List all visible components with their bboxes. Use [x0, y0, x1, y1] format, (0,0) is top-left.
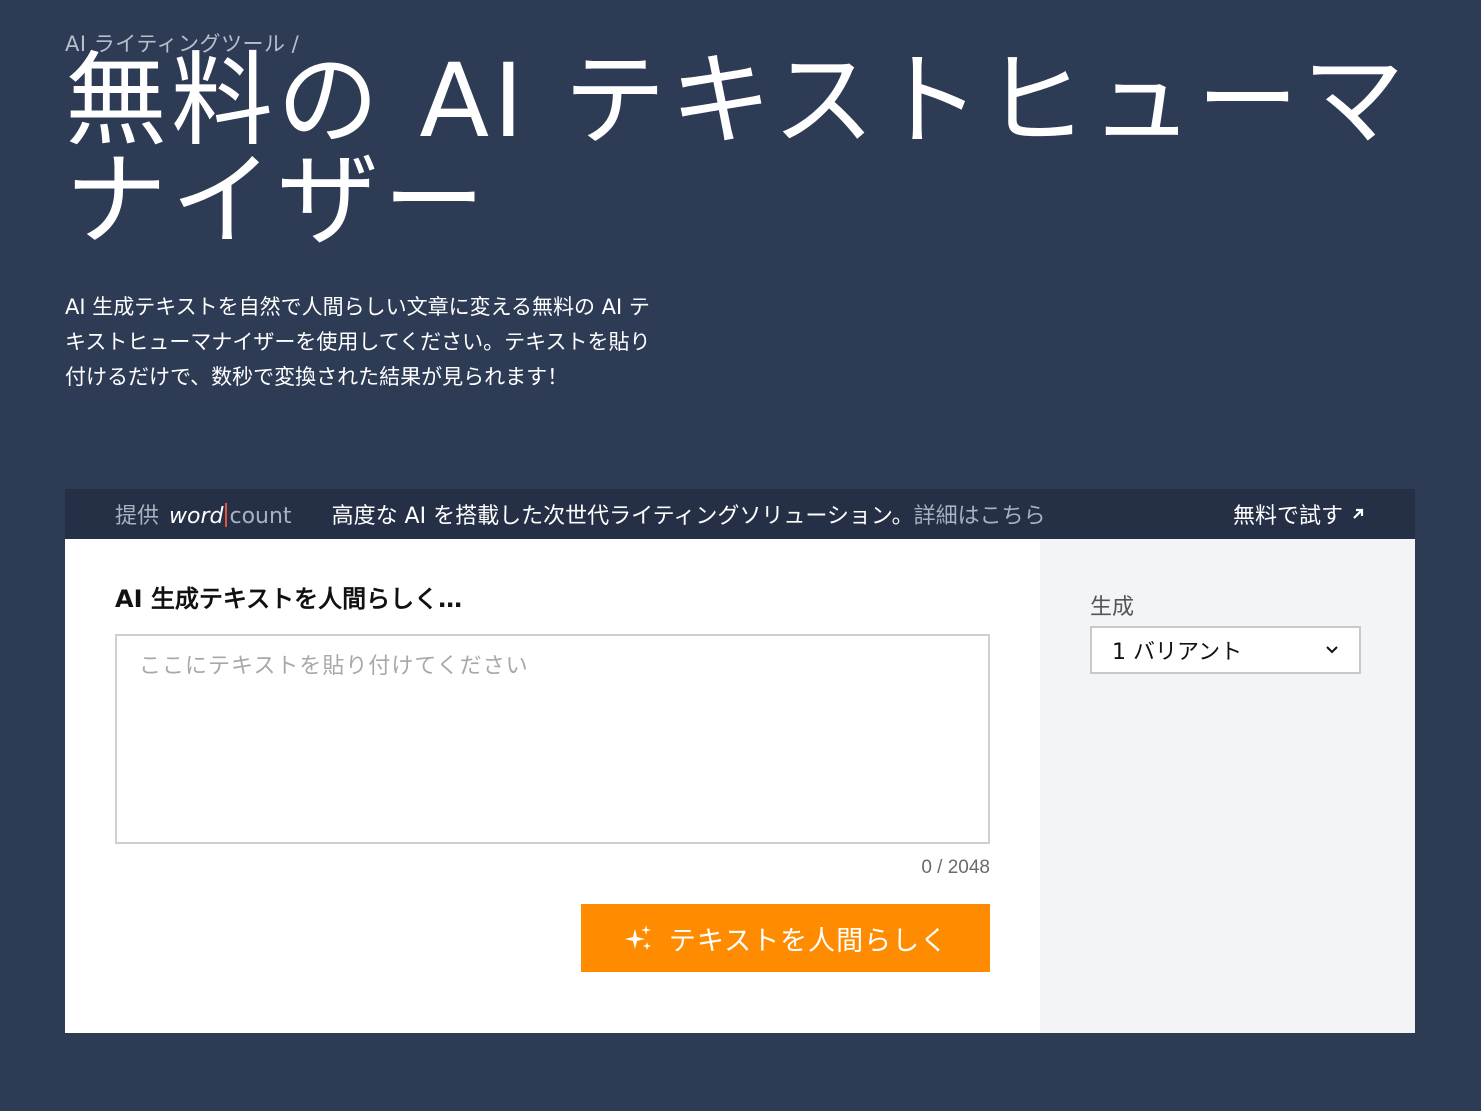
page-title: 無料の AI テキストヒューマナイザー [65, 42, 1409, 261]
provided-by: 提供 word count [115, 498, 292, 530]
brand-logo-bar [225, 503, 228, 527]
promo-bar: 提供 word count 高度な AI を搭載した次世代ライティングソリューショ… [65, 489, 1415, 539]
variant-selected-value: 1 バリアント [1112, 640, 1243, 665]
text-input[interactable] [117, 636, 988, 842]
generate-label: 生成 [1090, 595, 1135, 620]
humanize-button-label: テキストを人間らしく [668, 925, 949, 957]
arrow-up-right-icon [1353, 508, 1364, 519]
editor-card: AI 生成テキストを人間らしく… 0 / 2048 テキストを人間らしく [65, 539, 1040, 1033]
promo-description: 高度な AI を搭載した次世代ライティングソリューション。 [331, 504, 914, 529]
character-counter: 0 / 2048 [921, 857, 990, 878]
try-free-link[interactable]: 無料で試す [1233, 498, 1365, 530]
try-free-label: 無料で試す [1232, 504, 1343, 529]
editor-heading: AI 生成テキストを人間らしく… [115, 585, 463, 613]
brand-logo-word: word [169, 504, 224, 529]
page-intro: AI 生成テキストを自然で人間らしい文章に変える無料の AI テキストヒューマナ… [65, 295, 651, 389]
text-input-box [115, 634, 990, 844]
brand-logo-count: count [229, 504, 292, 529]
settings-panel: 生成 1 バリアント [1040, 539, 1415, 1033]
sparkles-icon [624, 925, 651, 950]
learn-more-link[interactable]: 詳細はこちら [914, 504, 1046, 529]
variant-select[interactable]: 1 バリアント [1090, 626, 1361, 674]
chevron-down-icon [1326, 646, 1338, 654]
promo-text: 高度な AI を搭載した次世代ライティングソリューション。詳細はこちら [332, 498, 1046, 530]
humanize-button[interactable]: テキストを人間らしく [581, 904, 990, 972]
provided-by-label: 提供 [115, 504, 160, 529]
